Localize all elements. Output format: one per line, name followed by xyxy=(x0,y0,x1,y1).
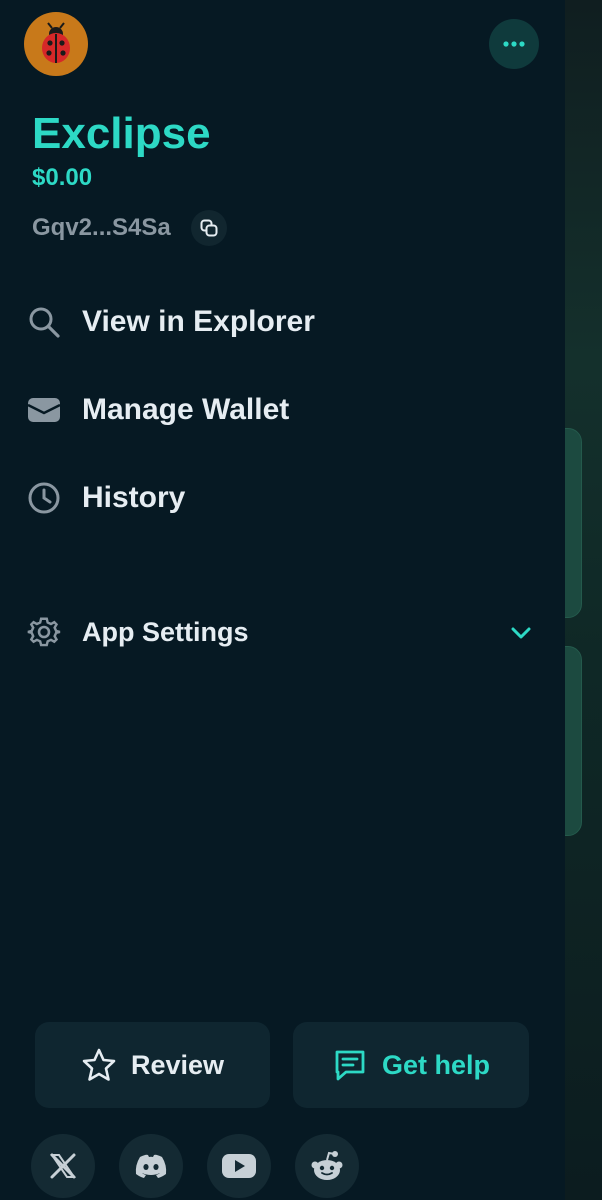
more-options-button[interactable] xyxy=(489,19,539,69)
x-link[interactable] xyxy=(31,1134,95,1198)
search-icon xyxy=(26,304,62,340)
menu-item-manage-wallet[interactable]: Manage Wallet xyxy=(26,386,289,434)
menu-label: History xyxy=(82,481,186,514)
menu-item-view-in-explorer[interactable]: View in Explorer xyxy=(26,298,315,346)
background-card xyxy=(562,646,582,836)
wallet-balance: $0.00 xyxy=(32,164,93,191)
star-icon xyxy=(82,1048,116,1081)
reddit-icon xyxy=(311,1151,343,1180)
chevron-down-icon[interactable] xyxy=(508,620,534,646)
discord-icon xyxy=(135,1154,167,1178)
side-drawer: Exclipse $0.00 Gqv2...S4Sa View in Explo… xyxy=(0,0,565,1200)
background-card xyxy=(562,428,582,618)
wallet-address: Gqv2...S4Sa xyxy=(32,214,171,241)
wallet-icon xyxy=(26,392,62,428)
menu-label: App Settings xyxy=(82,616,249,647)
wallet-name: Exclipse xyxy=(32,109,211,158)
avatar[interactable] xyxy=(24,12,88,76)
menu-item-history[interactable]: History xyxy=(26,474,185,522)
get-help-button[interactable]: Get help xyxy=(293,1022,529,1108)
reddit-link[interactable] xyxy=(295,1134,359,1198)
youtube-icon xyxy=(222,1154,256,1178)
review-label: Review xyxy=(130,1049,225,1080)
youtube-link[interactable] xyxy=(207,1134,271,1198)
menu-label: Manage Wallet xyxy=(82,393,290,426)
x-icon xyxy=(50,1153,76,1179)
ellipsis-icon xyxy=(503,41,525,47)
get-help-label: Get help xyxy=(381,1049,490,1080)
clock-icon xyxy=(26,480,62,516)
menu-label: View in Explorer xyxy=(82,305,315,338)
ladybug-icon xyxy=(42,22,70,63)
menu-item-app-settings[interactable]: App Settings xyxy=(26,608,249,656)
discord-link[interactable] xyxy=(119,1134,183,1198)
review-button[interactable]: Review xyxy=(35,1022,270,1108)
copy-address-button[interactable] xyxy=(191,210,227,246)
gear-icon xyxy=(26,614,62,650)
copy-icon xyxy=(200,219,218,237)
chat-icon xyxy=(335,1050,365,1081)
